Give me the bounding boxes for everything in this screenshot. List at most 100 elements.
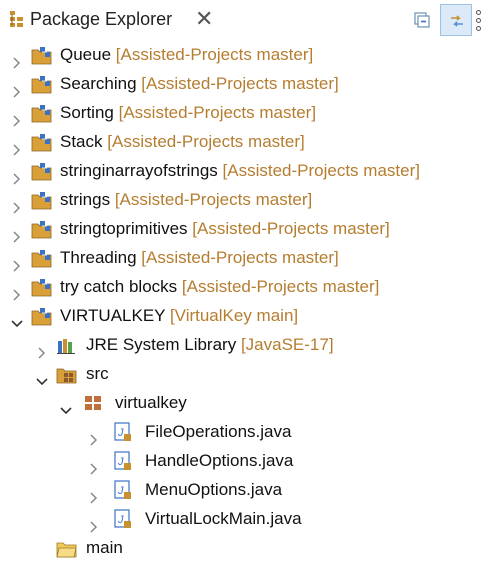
tree-item-label: virtualkey (115, 388, 187, 417)
chevron-right-icon[interactable] (36, 339, 46, 359)
chevron-down-icon[interactable] (36, 368, 48, 386)
chevron-right-icon[interactable] (88, 513, 98, 533)
chevron-right-icon[interactable] (88, 426, 98, 446)
java-project-icon (31, 74, 53, 94)
tree-item-label: FileOperations.java (145, 417, 291, 446)
tree-item-label: stringinarrayofstrings [Assisted-Project… (60, 156, 420, 185)
tree-item-label: Threading [Assisted-Projects master] (60, 243, 339, 272)
tree-item-project[interactable]: Threading [Assisted-Projects master] (0, 243, 485, 272)
tree-item-java-file[interactable]: J FileOperations.java (0, 417, 485, 446)
tree-item-name: src (86, 364, 109, 383)
git-decoration: [Assisted-Projects master] (141, 248, 339, 267)
tree-item-label: VirtualLockMain.java (145, 504, 302, 533)
library-icon (56, 335, 78, 355)
java-project-icon (31, 161, 53, 181)
tree-item-name: stringtoprimitives (60, 219, 188, 238)
tree-item-java-file[interactable]: J MenuOptions.java (0, 475, 485, 504)
tree-item-label: try catch blocks [Assisted-Projects mast… (60, 272, 379, 301)
package-explorer-view: Package Explorer ✕ Queue [Assisted-Proje… (0, 0, 485, 568)
tree-item-project[interactable]: Stack [Assisted-Projects master] (0, 127, 485, 156)
chevron-right-icon[interactable] (88, 484, 98, 504)
chevron-right-icon[interactable] (11, 165, 21, 185)
chevron-right-icon[interactable] (11, 252, 21, 272)
java-file-icon: J (113, 480, 135, 500)
java-file-icon: J (113, 509, 135, 529)
tree-item-label: JRE System Library [JavaSE-17] (86, 330, 334, 359)
package-explorer-icon (9, 10, 25, 28)
tree-item-name: virtualkey (115, 393, 187, 412)
tree-item-project[interactable]: try catch blocks [Assisted-Projects mast… (0, 272, 485, 301)
chevron-right-icon[interactable] (11, 223, 21, 243)
collapse-all-button[interactable] (406, 4, 438, 36)
tree-item-label: strings [Assisted-Projects master] (60, 185, 312, 214)
tree-item-label: HandleOptions.java (145, 446, 293, 475)
chevron-right-icon[interactable] (11, 281, 21, 301)
tree-item-project[interactable]: strings [Assisted-Projects master] (0, 185, 485, 214)
project-tree: Queue [Assisted-Projects master] Searchin… (0, 40, 485, 562)
tree-item-name: main (86, 538, 123, 557)
git-decoration: [Assisted-Projects master] (115, 45, 314, 64)
tree-item-jre-library[interactable]: JRE System Library [JavaSE-17] (0, 330, 485, 359)
close-icon[interactable]: ✕ (195, 6, 213, 32)
view-menu-button[interactable] (474, 4, 485, 36)
tree-item-name: FileOperations.java (145, 422, 292, 441)
tree-item-name: Sorting (60, 103, 114, 122)
chevron-right-icon[interactable] (11, 107, 21, 127)
tree-item-label: Searching [Assisted-Projects master] (60, 69, 339, 98)
package-icon (83, 393, 105, 413)
tree-item-name: MenuOptions.java (145, 480, 283, 499)
view-header: Package Explorer ✕ (0, 0, 485, 40)
git-decoration: [Assisted-Projects master] (114, 190, 313, 209)
svg-text:J: J (117, 456, 124, 468)
tree-item-java-file[interactable]: J HandleOptions.java (0, 446, 485, 475)
chevron-right-icon[interactable] (11, 194, 21, 214)
svg-text:J: J (117, 427, 124, 439)
java-project-icon (31, 132, 53, 152)
java-project-icon (31, 103, 53, 123)
tree-item-src-folder[interactable]: src (0, 359, 485, 388)
tree-item-name: HandleOptions.java (145, 451, 294, 470)
tree-item-label: Queue [Assisted-Projects master] (60, 40, 313, 69)
tree-item-name: JRE System Library (86, 335, 237, 354)
tree-item-project[interactable]: Sorting [Assisted-Projects master] (0, 98, 485, 127)
tree-item-label: stringtoprimitives [Assisted-Projects ma… (60, 214, 390, 243)
tree-item-label: Stack [Assisted-Projects master] (60, 127, 305, 156)
folder-icon (56, 538, 78, 558)
git-decoration: [Assisted-Projects master] (222, 161, 420, 180)
java-project-icon (31, 277, 53, 297)
chevron-right-icon[interactable] (11, 49, 21, 69)
tree-item-project-open[interactable]: VIRTUALKEY [VirtualKey main] (0, 301, 485, 330)
link-with-editor-button[interactable] (440, 4, 472, 36)
tree-item-name: try catch blocks (60, 277, 178, 296)
java-project-icon (31, 306, 53, 326)
tree-item-project[interactable]: Queue [Assisted-Projects master] (0, 40, 485, 69)
tree-item-name: Searching (60, 74, 137, 93)
tree-item-label: src (86, 359, 109, 388)
git-decoration: [JavaSE-17] (240, 335, 334, 354)
tree-item-project[interactable]: stringtoprimitives [Assisted-Projects ma… (0, 214, 485, 243)
chevron-down-icon[interactable] (11, 310, 23, 328)
chevron-right-icon[interactable] (11, 78, 21, 98)
tree-item-project[interactable]: Searching [Assisted-Projects master] (0, 69, 485, 98)
tree-item-name: VirtualLockMain.java (145, 509, 302, 528)
view-menu-icon (476, 10, 481, 34)
tree-item-java-file[interactable]: J VirtualLockMain.java (0, 504, 485, 533)
tree-item-package[interactable]: virtualkey (0, 388, 485, 417)
git-decoration: [Assisted-Projects master] (107, 132, 305, 151)
svg-text:J: J (117, 514, 124, 526)
java-project-icon (31, 219, 53, 239)
tree-item-folder[interactable]: main (0, 533, 485, 562)
tree-item-name: Queue (60, 45, 112, 64)
tree-item-project[interactable]: stringinarrayofstrings [Assisted-Project… (0, 156, 485, 185)
chevron-right-icon[interactable] (11, 136, 21, 156)
git-decoration: [VirtualKey main] (169, 306, 299, 325)
git-decoration: [Assisted-Projects master] (181, 277, 380, 296)
git-decoration: [Assisted-Projects master] (141, 74, 339, 93)
view-title[interactable]: Package Explorer (30, 9, 172, 30)
tree-item-name: strings (60, 190, 111, 209)
chevron-right-icon[interactable] (88, 455, 98, 475)
git-decoration: [Assisted-Projects master] (118, 103, 317, 122)
chevron-down-icon[interactable] (60, 397, 72, 415)
java-file-icon: J (113, 422, 135, 442)
java-project-icon (31, 248, 53, 268)
